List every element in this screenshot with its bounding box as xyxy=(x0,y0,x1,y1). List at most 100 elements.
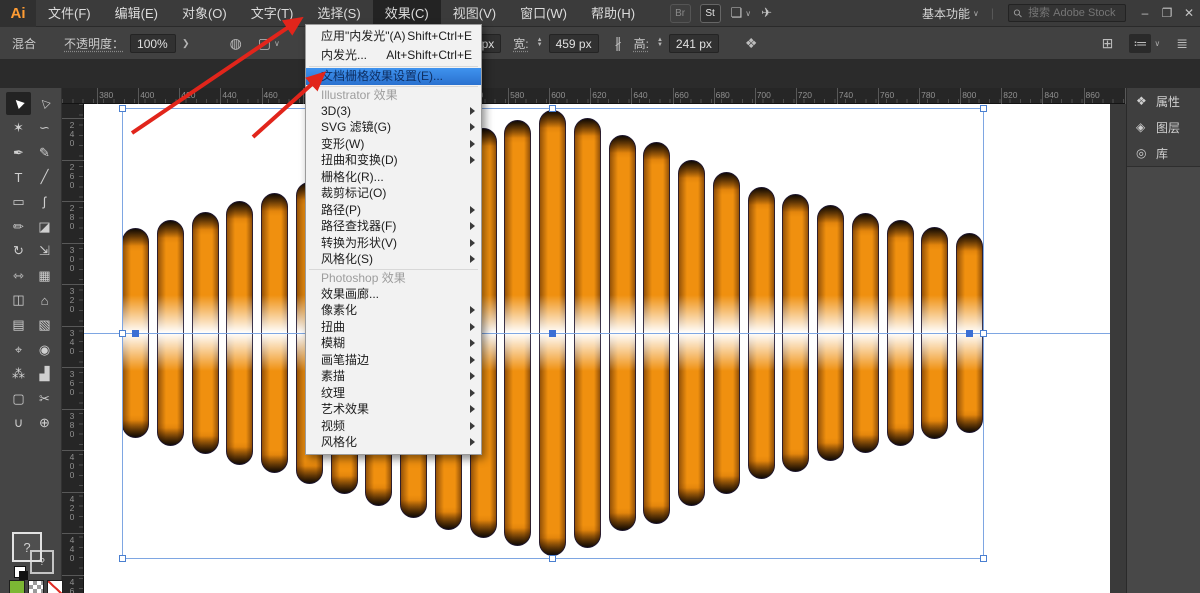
lasso-tool[interactable]: ∽ xyxy=(32,117,57,140)
menu-item-8[interactable]: 变形(W) xyxy=(306,136,481,153)
selection-handle-5[interactable] xyxy=(119,555,126,562)
menubar-item-6[interactable]: 视图(V) xyxy=(441,0,508,27)
gradient-swatch[interactable] xyxy=(28,580,44,593)
scale-tool[interactable]: ⇲ xyxy=(32,240,57,263)
column-graph-tool[interactable]: ▟ xyxy=(32,363,57,386)
rectangle-tool[interactable]: ▭ xyxy=(6,190,31,213)
magic-wand-tool[interactable]: ✶ xyxy=(6,117,31,140)
pencil-tool[interactable]: ✏ xyxy=(6,215,31,238)
close-button[interactable]: ✕ xyxy=(1178,0,1200,27)
menubar-item-0[interactable]: 文件(F) xyxy=(36,0,103,27)
mesh-tool[interactable]: ▤ xyxy=(6,313,31,336)
adobe-stock-icon[interactable]: St xyxy=(700,4,721,23)
opacity-field[interactable]: 100% xyxy=(130,34,176,53)
minimize-button[interactable]: – xyxy=(1134,0,1156,27)
menu-item-21[interactable]: 模糊 xyxy=(306,335,481,352)
eraser-tool[interactable]: ◪ xyxy=(32,215,57,238)
menu-item-9[interactable]: 扭曲和变换(D) xyxy=(306,152,481,169)
menu-item-27[interactable]: 风格化 xyxy=(306,434,481,451)
menu-item-20[interactable]: 扭曲 xyxy=(306,319,481,336)
menu-item-11[interactable]: 裁剪标记(O) xyxy=(306,185,481,202)
curvature-tool[interactable]: ✎ xyxy=(32,141,57,164)
menu-item-26[interactable]: 视频 xyxy=(306,418,481,435)
pen-tool[interactable]: ✒ xyxy=(6,141,31,164)
menu-item-10[interactable]: 栅格化(R)... xyxy=(306,169,481,186)
list-options-icon[interactable]: ≣ xyxy=(1176,35,1188,52)
panel-tab-0[interactable]: ❖属性 xyxy=(1127,88,1200,114)
menu-item-14[interactable]: 转换为形状(V) xyxy=(306,235,481,252)
menubar-item-2[interactable]: 对象(O) xyxy=(170,0,239,27)
menu-item-19[interactable]: 像素化 xyxy=(306,302,481,319)
menu-item-18[interactable]: 效果画廊... xyxy=(306,286,481,303)
selection-handle-2[interactable] xyxy=(980,105,987,112)
bounding-box-icon[interactable]: ▢ xyxy=(258,35,271,52)
height-stepper[interactable]: ▲▼ xyxy=(657,38,663,48)
perspective-grid-tool[interactable]: ⌂ xyxy=(32,289,57,312)
menu-item-22[interactable]: 画笔描边 xyxy=(306,352,481,369)
menu-item-1[interactable]: 内发光...Alt+Shift+Ctrl+E xyxy=(306,46,481,65)
menu-item-23[interactable]: 素描 xyxy=(306,368,481,385)
grid-options-icon[interactable]: ⊞ xyxy=(1102,35,1114,52)
width-tool[interactable]: ⇿ xyxy=(6,264,31,287)
opacity-label[interactable]: 不透明度： xyxy=(64,35,124,52)
width-stepper[interactable]: ▲▼ xyxy=(537,38,543,48)
blend-tool[interactable]: ◉ xyxy=(32,338,57,361)
anchor-point-0[interactable] xyxy=(132,330,139,337)
share-icon[interactable]: ✈ xyxy=(761,5,772,21)
menu-item-7[interactable]: SVG 滤镜(G) xyxy=(306,119,481,136)
menubar-item-7[interactable]: 窗口(W) xyxy=(508,0,579,27)
menubar-item-8[interactable]: 帮助(H) xyxy=(579,0,647,27)
bridge-icon[interactable]: Br xyxy=(670,4,691,23)
unlink-dimensions-icon[interactable]: ∦ xyxy=(615,35,622,52)
panel-layout-icon[interactable]: ≔ xyxy=(1129,34,1151,53)
panel-tab-2[interactable]: ◎库 xyxy=(1127,140,1200,166)
arrange-documents-icon[interactable]: ❏ xyxy=(731,5,743,21)
rotate-tool[interactable]: ↻ xyxy=(6,240,31,263)
menu-item-0[interactable]: 应用"内发光"(A)Shift+Ctrl+E xyxy=(306,27,481,46)
selection-tool[interactable]: ▶ xyxy=(6,92,31,115)
selection-handle-6[interactable] xyxy=(549,555,556,562)
restore-button[interactable]: ❐ xyxy=(1156,0,1178,27)
direct-selection-tool[interactable]: ▷ xyxy=(32,92,57,115)
line-segment-tool[interactable]: ╱ xyxy=(32,166,57,189)
height-field[interactable]: 241 px xyxy=(669,34,719,53)
menubar-item-1[interactable]: 编辑(E) xyxy=(103,0,170,27)
selection-handle-7[interactable] xyxy=(980,555,987,562)
color-swatch[interactable] xyxy=(9,580,25,593)
panel-tab-1[interactable]: ◈图层 xyxy=(1127,114,1200,140)
menu-item-13[interactable]: 路径查找器(F) xyxy=(306,218,481,235)
menu-item-12[interactable]: 路径(P) xyxy=(306,202,481,219)
paintbrush-tool[interactable]: ʃ xyxy=(32,190,57,213)
default-fill-stroke-icon[interactable] xyxy=(14,566,26,578)
transform-reference-icon[interactable]: ❖ xyxy=(745,35,758,52)
recolor-artwork-icon[interactable]: ◍ xyxy=(230,35,242,52)
slice-tool[interactable]: ✂ xyxy=(32,387,57,410)
menubar-item-5[interactable]: 效果(C) xyxy=(373,0,441,27)
selection-handle-4[interactable] xyxy=(980,330,987,337)
fill-indicator[interactable]: ? xyxy=(12,532,42,562)
opacity-menu-arrow[interactable]: ❯ xyxy=(182,38,190,49)
menu-item-25[interactable]: 艺术效果 xyxy=(306,401,481,418)
search-input[interactable] xyxy=(1026,6,1122,20)
eyedropper-tool[interactable]: ⌖ xyxy=(6,338,31,361)
artboard-tool[interactable]: ▢ xyxy=(6,387,31,410)
symbol-sprayer-tool[interactable]: ⁂ xyxy=(6,363,31,386)
anchor-point-24[interactable] xyxy=(966,330,973,337)
height-label[interactable]: 高: xyxy=(634,35,649,52)
width-field[interactable]: 459 px xyxy=(549,34,599,53)
menubar-item-3[interactable]: 文字(T) xyxy=(239,0,306,27)
anchor-point-12[interactable] xyxy=(549,330,556,337)
menu-item-6[interactable]: 3D(3) xyxy=(306,103,481,120)
none-swatch[interactable] xyxy=(47,580,63,593)
workspace-label[interactable]: 基本功能 xyxy=(922,5,970,22)
selection-handle-0[interactable] xyxy=(119,105,126,112)
selection-handle-3[interactable] xyxy=(119,330,126,337)
stock-search[interactable]: ⚲ xyxy=(1008,4,1126,22)
menu-item-15[interactable]: 风格化(S) xyxy=(306,251,481,268)
shape-builder-tool[interactable]: ◫ xyxy=(6,289,31,312)
menu-item-3[interactable]: 文档栅格效果设置(E)... xyxy=(306,68,481,85)
selection-handle-1[interactable] xyxy=(549,105,556,112)
hand-tool[interactable]: ∪ xyxy=(6,412,31,435)
zoom-tool[interactable]: ⊕ xyxy=(32,412,57,435)
width-label[interactable]: 宽: xyxy=(513,35,528,52)
